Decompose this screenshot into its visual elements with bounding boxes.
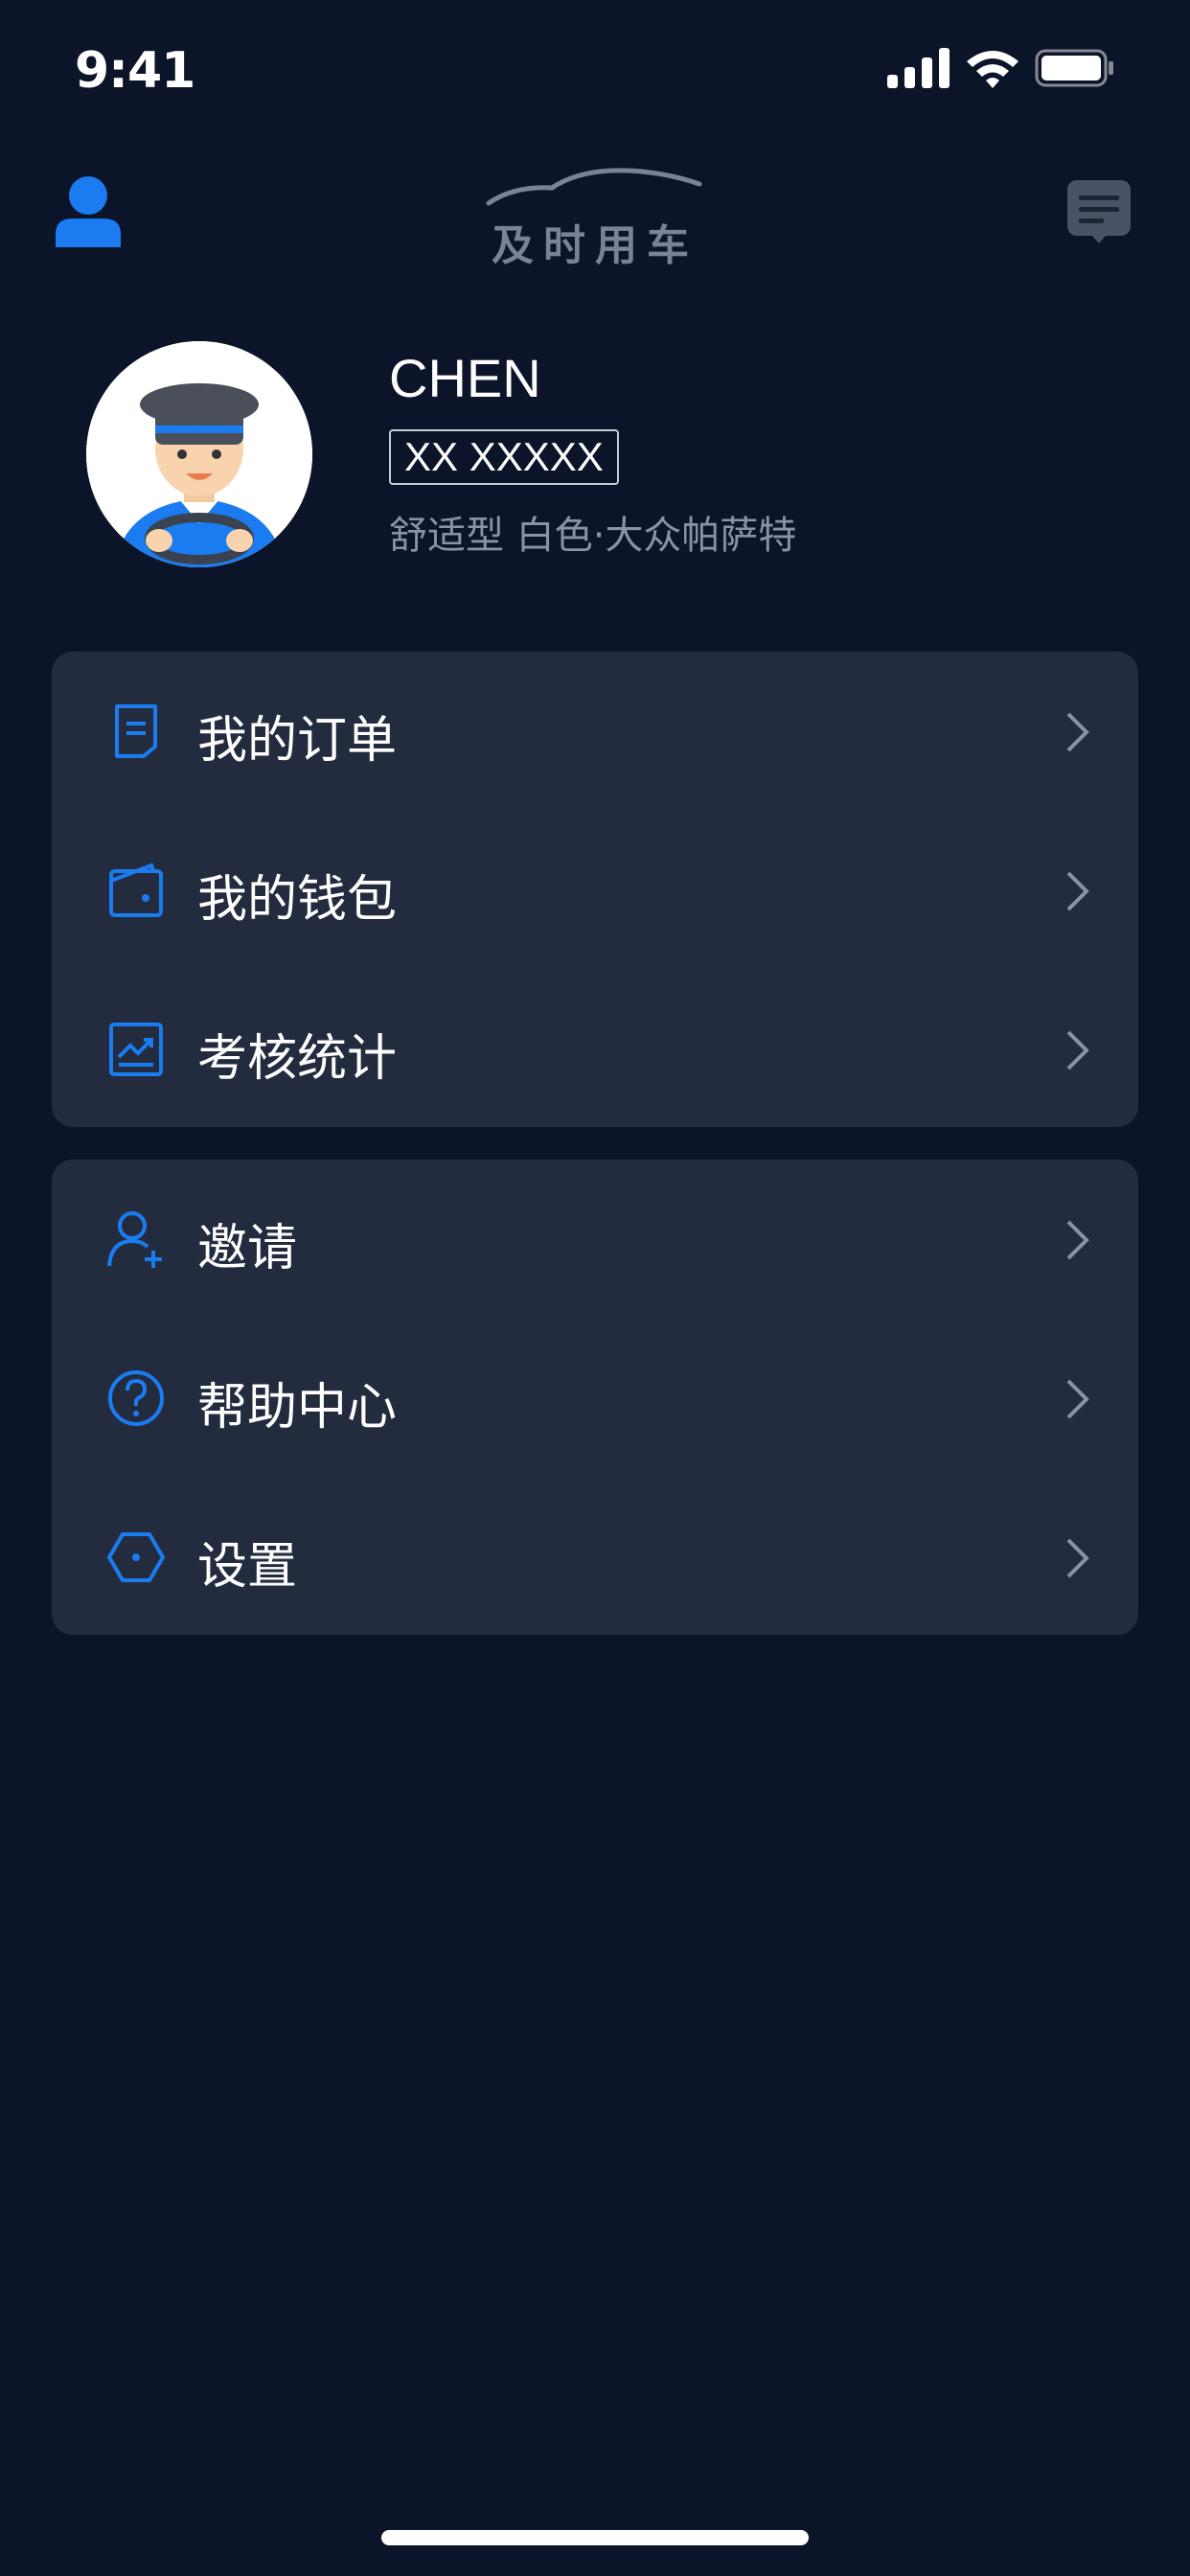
avatar[interactable] [86,341,312,567]
message-icon[interactable] [1065,178,1133,245]
status-bar: 9:41 [0,0,1190,144]
menu-label: 考核统计 [197,1030,398,1088]
chevron-right-icon [1066,712,1089,752]
help-icon [108,1370,164,1426]
driver-profile: CHEN XX XXXXX 舒适型 白色·大众帕萨特 [0,335,1190,575]
menu-item-orders[interactable]: 我的订单 [52,652,1138,811]
stats-icon [109,1023,163,1076]
license-plate: XX XXXXX [389,429,619,485]
chevron-right-icon [1066,1379,1089,1419]
menu-label: 我的订单 [197,712,398,770]
menu-label: 邀请 [197,1220,298,1277]
chevron-right-icon [1066,871,1089,911]
wallet-icon [109,862,163,917]
wifi-icon [967,51,1018,88]
car-logo-icon [486,168,702,206]
chevron-right-icon [1066,1538,1089,1578]
status-time: 9:41 [75,42,195,100]
menu-label: 设置 [197,1538,298,1596]
app-logo: 及时用车 [485,161,705,270]
order-icon [115,704,157,758]
driver-name: CHEN [389,348,541,408]
invite-icon [107,1211,162,1268]
driver-avatar-icon [86,341,312,567]
settings-icon [107,1532,165,1582]
home-indicator[interactable] [381,2530,809,2545]
menu-card-primary: 我的订单 我的钱包 考核统计 [52,652,1138,1127]
chevron-right-icon [1066,1220,1089,1260]
signal-icon [887,48,950,88]
user-icon[interactable] [54,174,123,247]
nav-bar: 及时用车 [0,153,1190,278]
menu-label: 帮助中心 [197,1379,398,1437]
menu-card-secondary: 邀请 帮助中心 设置 [52,1160,1138,1635]
menu-item-settings[interactable]: 设置 [52,1478,1138,1637]
menu-item-wallet[interactable]: 我的钱包 [52,811,1138,970]
chevron-right-icon [1066,1030,1089,1070]
menu-item-help[interactable]: 帮助中心 [52,1319,1138,1478]
battery-icon [1035,49,1113,87]
menu-item-invite[interactable]: 邀请 [52,1160,1138,1319]
menu-item-stats[interactable]: 考核统计 [52,970,1138,1129]
logo-text: 及时用车 [492,221,698,270]
car-info: 舒适型 白色·大众帕萨特 [389,514,797,558]
status-icons [887,48,1115,88]
menu-label: 我的钱包 [197,871,398,929]
